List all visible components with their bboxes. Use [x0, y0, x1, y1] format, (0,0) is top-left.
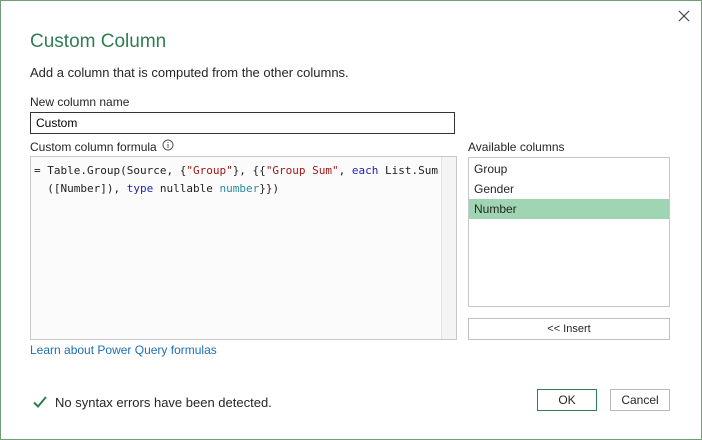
- available-columns-list[interactable]: Group Gender Number: [468, 157, 670, 307]
- formula-label-row: Custom column formula: [30, 139, 174, 155]
- formula-token: }}): [259, 182, 280, 195]
- formula-editor[interactable]: = Table.Group(Source, {"Group"}, {{"Grou…: [30, 156, 457, 340]
- formula-type: number: [219, 182, 260, 195]
- formula-line-2: ([Number]), type nullable number}}): [47, 182, 279, 195]
- formula-text[interactable]: = Table.Group(Source, {"Group"}, {{"Grou…: [34, 162, 440, 198]
- formula-string: "Group": [186, 164, 233, 177]
- new-column-name-input[interactable]: [30, 112, 455, 134]
- dialog-subtitle: Add a column that is computed from the o…: [30, 65, 349, 80]
- available-column-item-selected[interactable]: Number: [469, 199, 669, 219]
- formula-token: List.Sum: [378, 164, 439, 177]
- cancel-button[interactable]: Cancel: [610, 389, 670, 411]
- formula-line-1: = Table.Group(Source, {"Group"}, {{"Grou…: [34, 164, 438, 177]
- dialog-title: Custom Column: [30, 31, 167, 52]
- checkmark-icon: [33, 396, 47, 408]
- formula-string: "Group Sum": [265, 164, 339, 177]
- formula-keyword: each: [351, 164, 379, 177]
- formula-keyword: type: [126, 182, 154, 195]
- available-columns-label: Available columns: [468, 140, 565, 154]
- formula-token: ,: [338, 164, 352, 177]
- insert-button[interactable]: << Insert: [468, 318, 670, 340]
- available-column-item[interactable]: Gender: [469, 179, 669, 199]
- info-icon[interactable]: [162, 139, 174, 154]
- available-column-item[interactable]: Group: [469, 159, 669, 179]
- formula-token: }, {{: [232, 164, 266, 177]
- ok-button[interactable]: OK: [537, 389, 597, 411]
- close-button[interactable]: [673, 5, 695, 27]
- syntax-status: No syntax errors have been detected.: [32, 393, 272, 411]
- custom-column-dialog: Custom Column Add a column that is compu…: [0, 0, 702, 440]
- formula-token: = Table.Group(Source, {: [34, 164, 187, 177]
- learn-formulas-link[interactable]: Learn about Power Query formulas: [30, 343, 217, 357]
- formula-scrollbar[interactable]: [441, 157, 456, 339]
- close-icon: [678, 10, 690, 22]
- formula-token: ([Number]),: [47, 182, 127, 195]
- new-column-name-label: New column name: [30, 95, 130, 109]
- formula-label: Custom column formula: [30, 140, 157, 154]
- formula-token: nullable: [153, 182, 220, 195]
- status-text: No syntax errors have been detected.: [55, 394, 272, 410]
